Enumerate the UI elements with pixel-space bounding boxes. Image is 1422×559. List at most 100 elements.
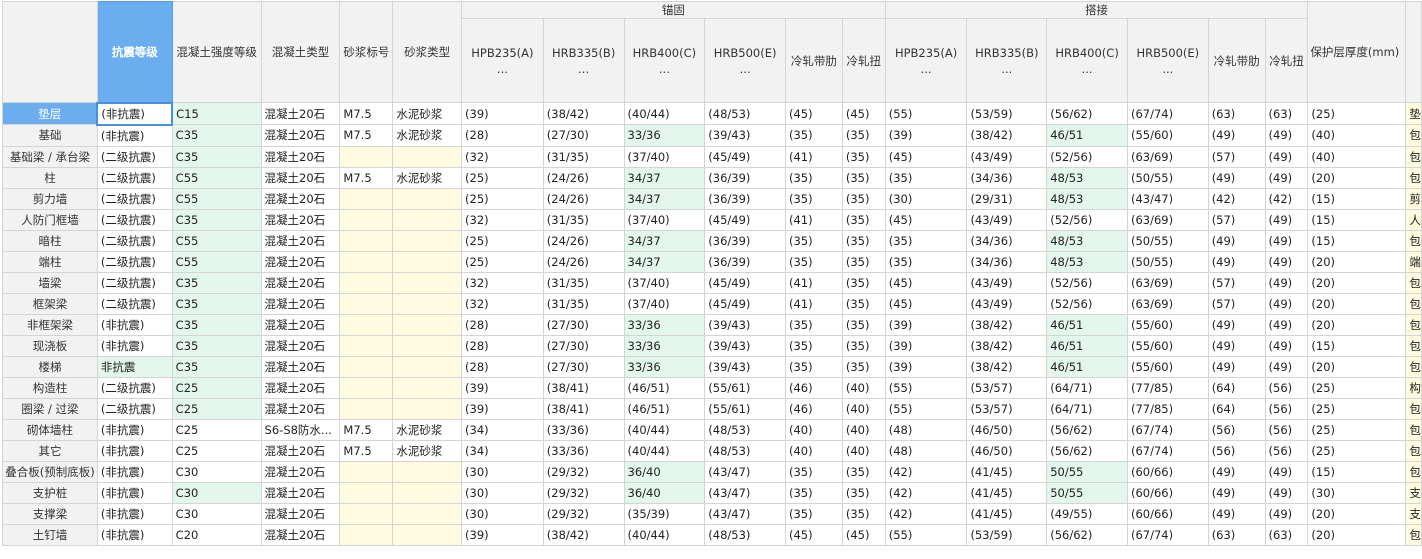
concrete-strength-cell[interactable]: C35 [171, 355, 262, 378]
remark-cell[interactable]: 支 [1405, 481, 1422, 504]
seismic-grade-cell[interactable]: 非抗震 [96, 355, 173, 378]
row-header[interactable]: 现浇板 [2, 334, 98, 357]
mortar-grade-cell[interactable] [339, 376, 394, 399]
lap-value-cell[interactable]: (49) [1264, 166, 1309, 189]
lap-value-cell[interactable]: (50/55) [1126, 229, 1209, 252]
mortar-grade-cell[interactable] [339, 523, 394, 546]
row-header[interactable]: 人防门框墙 [2, 208, 98, 231]
anchor-value-cell[interactable]: (39/43) [704, 124, 786, 147]
seismic-grade-cell[interactable]: (二级抗震) [96, 271, 173, 294]
anchor-value-cell[interactable]: (35) [841, 187, 886, 210]
lap-value-cell[interactable]: (49) [1207, 334, 1266, 357]
concrete-type-cell[interactable]: 混凝土20石 [260, 481, 341, 504]
remark-cell[interactable]: 垫 [1405, 102, 1422, 125]
anchor-value-cell[interactable]: (35) [785, 124, 843, 147]
lap-value-cell[interactable]: (50/55) [1126, 250, 1209, 273]
mortar-type-cell[interactable] [392, 334, 463, 357]
lap-value-cell[interactable]: (35) [884, 166, 968, 189]
remark-cell[interactable]: 剪 [1405, 187, 1422, 210]
anchor-value-cell[interactable]: 34/37 [623, 187, 706, 210]
anchor-value-cell[interactable]: (31/35) [542, 271, 625, 294]
lap-value-cell[interactable]: (63) [1264, 102, 1309, 125]
lap-value-cell[interactable]: (49) [1207, 166, 1266, 189]
anchor-value-cell[interactable]: (45) [841, 102, 886, 125]
seismic-grade-cell[interactable]: (非抗震) [96, 523, 173, 546]
remark-cell[interactable]: 包 [1405, 355, 1422, 378]
mortar-type-cell[interactable] [392, 292, 463, 315]
anchor-value-cell[interactable]: (35/39) [623, 502, 706, 525]
anchor-value-cell[interactable]: (35) [785, 334, 843, 357]
anchor-value-cell[interactable]: (37/40) [623, 271, 706, 294]
anchor-value-cell[interactable]: (45/49) [704, 292, 786, 315]
anchor-bar-header[interactable]: HRB400(C)... [623, 18, 706, 103]
lap-value-cell[interactable]: (56) [1207, 418, 1266, 441]
lap-value-cell[interactable]: 48/53 [1046, 229, 1128, 252]
concrete-type-cell[interactable]: 混凝土20石 [260, 166, 341, 189]
anchor-value-cell[interactable]: (35) [785, 481, 843, 504]
cover-thickness-cell[interactable]: (40) [1307, 124, 1407, 147]
anchor-value-cell[interactable]: (35) [785, 250, 843, 273]
anchor-bar-header[interactable]: HRB335(B)... [542, 18, 625, 103]
anchor-value-cell[interactable]: (35) [785, 229, 843, 252]
cover-thickness-cell[interactable]: (20) [1307, 250, 1407, 273]
row-header[interactable]: 垫层 [2, 102, 98, 125]
anchor-value-cell[interactable]: (29/32) [542, 481, 625, 504]
anchor-value-cell[interactable]: (41) [785, 292, 843, 315]
lap-value-cell[interactable]: (38/42) [966, 355, 1048, 378]
anchor-value-cell[interactable]: (55/61) [704, 397, 786, 420]
concrete-type-cell[interactable]: 混凝土20石 [260, 292, 341, 315]
lap-value-cell[interactable]: (56) [1264, 376, 1309, 399]
lap-value-cell[interactable]: (53/57) [966, 397, 1048, 420]
anchor-value-cell[interactable]: (33/36) [542, 439, 625, 462]
lap-value-cell[interactable]: (49) [1264, 250, 1309, 273]
lap-bar-header[interactable]: HRB335(B)... [966, 18, 1048, 103]
lap-value-cell[interactable]: (45) [884, 271, 968, 294]
seismic-grade-cell[interactable]: (非抗震) [96, 313, 173, 336]
mortar-type-cell[interactable] [392, 397, 463, 420]
lap-value-cell[interactable]: (52/56) [1046, 145, 1128, 168]
anchor-value-cell[interactable]: (43/47) [704, 460, 786, 483]
mortar-type-cell[interactable]: 水泥砂浆 [392, 166, 463, 189]
anchor-value-cell[interactable]: (34) [461, 439, 544, 462]
anchor-value-cell[interactable]: (24/26) [542, 187, 625, 210]
anchor-value-cell[interactable]: (32) [461, 271, 544, 294]
anchor-value-cell[interactable]: (40) [785, 439, 843, 462]
anchor-bar-header[interactable]: HRB500(E)... [704, 18, 786, 103]
concrete-strength-cell[interactable]: C35 [171, 271, 262, 294]
anchor-value-cell[interactable]: (35) [785, 502, 843, 525]
lap-value-cell[interactable]: (63/69) [1126, 292, 1209, 315]
anchor-value-cell[interactable]: (45) [841, 523, 886, 546]
lap-value-cell[interactable]: (39) [884, 334, 968, 357]
concrete-strength-cell[interactable]: C35 [171, 334, 262, 357]
concrete-strength-cell[interactable]: C25 [171, 439, 262, 462]
concrete-strength-cell[interactable]: C30 [171, 460, 262, 483]
seismic-grade-cell[interactable]: (非抗震) [96, 439, 173, 462]
mortar-type-cell[interactable] [392, 313, 463, 336]
anchor-value-cell[interactable]: (45) [785, 523, 843, 546]
lap-bar-header[interactable]: HRB500(E)... [1126, 18, 1209, 103]
seismic-grade-cell[interactable]: (二级抗震) [96, 397, 173, 420]
lap-value-cell[interactable]: (49) [1264, 145, 1309, 168]
mortar-grade-cell[interactable] [339, 460, 394, 483]
anchor-value-cell[interactable]: (35) [785, 313, 843, 336]
row-header[interactable]: 土钉墙 [2, 523, 98, 546]
lap-value-cell[interactable]: (43/49) [966, 292, 1048, 315]
cover-thickness-cell[interactable]: (25) [1307, 376, 1407, 399]
row-header[interactable]: 其它 [2, 439, 98, 462]
lap-value-cell[interactable]: (56/62) [1046, 418, 1128, 441]
lap-value-cell[interactable]: (46/50) [966, 418, 1048, 441]
mortar-grade-cell[interactable]: M7.5 [339, 418, 394, 441]
lap-value-cell[interactable]: (43/47) [1126, 187, 1209, 210]
anchor-value-cell[interactable]: 33/36 [623, 334, 706, 357]
mortar-type-cell[interactable] [392, 502, 463, 525]
lap-value-cell[interactable]: (30) [884, 187, 968, 210]
anchor-value-cell[interactable]: (40/44) [623, 102, 706, 125]
cover-thickness-cell[interactable]: (15) [1307, 187, 1407, 210]
concrete-strength-cell[interactable]: C20 [171, 523, 262, 546]
lap-value-cell[interactable]: (55) [884, 397, 968, 420]
anchor-value-cell[interactable]: (35) [841, 334, 886, 357]
anchor-value-cell[interactable]: (45/49) [704, 271, 786, 294]
anchor-value-cell[interactable]: (40) [841, 439, 886, 462]
cover-thickness-cell[interactable]: (30) [1307, 481, 1407, 504]
anchor-value-cell[interactable]: (29/32) [542, 460, 625, 483]
